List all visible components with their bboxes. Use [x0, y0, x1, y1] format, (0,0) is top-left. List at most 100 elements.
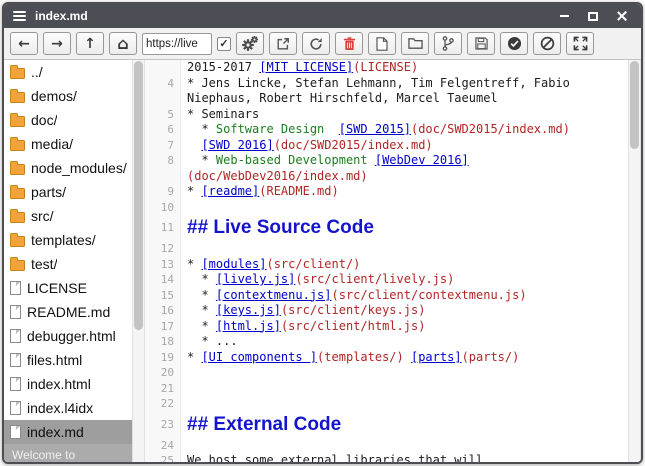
md-link[interactable]: [lively.js]	[216, 272, 295, 286]
sidebar-scrollbar-thumb[interactable]	[134, 61, 143, 330]
sidebar-item-node-modules[interactable]: node_modules/	[4, 156, 132, 180]
editor-line[interactable]: (doc/WebDev2016/index.md)	[145, 169, 628, 185]
toolbar: ← → ↑ ⌂	[4, 28, 641, 60]
line-content: ## Live Source Code	[181, 215, 374, 241]
git-branch-button[interactable]	[434, 32, 462, 55]
md-link[interactable]: [keys.js]	[216, 303, 281, 317]
sidebar-item-demos[interactable]: demos/	[4, 84, 132, 108]
sidebar-item-media[interactable]: media/	[4, 132, 132, 156]
fullscreen-button[interactable]	[566, 32, 594, 55]
line-number	[145, 60, 181, 76]
editor-line[interactable]: 18 * ...	[145, 334, 628, 350]
sidebar: ../demos/doc/media/node_modules/parts/sr…	[4, 60, 132, 462]
expand-icon	[573, 36, 588, 51]
url-input[interactable]	[142, 33, 212, 55]
editor-line[interactable]: 25We host some external libraries that w…	[145, 453, 628, 462]
maximize-button[interactable]	[583, 7, 603, 25]
editor-line[interactable]: 15 * [contextmenu.js](src/client/context…	[145, 288, 628, 304]
sidebar-item-test[interactable]: test/	[4, 252, 132, 276]
md-link[interactable]: [contextmenu.js]	[216, 288, 332, 302]
sidebar-item-readme-md[interactable]: README.md	[4, 300, 132, 324]
editor-line[interactable]: 7 [SWD 2016](doc/SWD2015/index.md)	[145, 138, 628, 154]
editor-lines[interactable]: 2015-2017 [MIT LICENSE](LICENSE)4* Jens …	[145, 60, 628, 462]
file-name: doc/	[31, 112, 57, 128]
editor-scrollbar-thumb[interactable]	[630, 61, 639, 149]
editor-line[interactable]: 11## Live Source Code	[145, 215, 628, 241]
md-url: (src/client/html.js)	[281, 319, 426, 333]
line-content: * Jens Lincke, Stefan Lehmann, Tim Felge…	[181, 76, 570, 92]
editor-line[interactable]: 14 * [lively.js](src/client/lively.js)	[145, 272, 628, 288]
md-link[interactable]: [WebDev 2016]	[375, 153, 469, 167]
editor-line[interactable]: 24	[145, 438, 628, 454]
sidebar-item-index-l4idx[interactable]: index.l4idx	[4, 396, 132, 420]
editor-line[interactable]: 23## External Code	[145, 412, 628, 438]
sidebar-item-files-html[interactable]: files.html	[4, 348, 132, 372]
editor-line[interactable]: 13* [modules](src/client/)	[145, 257, 628, 273]
sidebar-item-index-html[interactable]: index.html	[4, 372, 132, 396]
editor-line[interactable]: Niephaus, Robert Hirschfeld, Marcel Taeu…	[145, 91, 628, 107]
md-link[interactable]: [readme]	[201, 184, 259, 198]
folder-button[interactable]	[401, 32, 429, 55]
sidebar-item-debugger-html[interactable]: debugger.html	[4, 324, 132, 348]
settings-button[interactable]	[236, 32, 264, 55]
sidebar-item-index-md[interactable]: index.md	[4, 420, 132, 444]
line-content: * Web-based Development [WebDev 2016]	[181, 153, 469, 169]
editor-line[interactable]: 12	[145, 241, 628, 257]
sidebar-item-parts[interactable]: parts/	[4, 180, 132, 204]
sidebar-item-license[interactable]: LICENSE	[4, 276, 132, 300]
close-button[interactable]	[612, 7, 632, 25]
home-button[interactable]: ⌂	[109, 32, 137, 55]
line-content: 2015-2017 [MIT LICENSE](LICENSE)	[181, 60, 418, 76]
open-external-button[interactable]	[269, 32, 297, 55]
folder-outline-icon	[408, 37, 423, 50]
line-content	[181, 396, 187, 412]
sidebar-item-doc[interactable]: doc/	[4, 108, 132, 132]
code-text: Niephaus, Robert Hirschfeld, Marcel Taeu…	[187, 91, 498, 105]
window-title: index.md	[35, 9, 88, 23]
sidebar-item-parent-directory[interactable]: ../	[4, 60, 132, 84]
sidebar-file-list: ../demos/doc/media/node_modules/parts/sr…	[4, 60, 132, 444]
editor-line[interactable]: 6 * Software Design [SWD 2015](doc/SWD20…	[145, 122, 628, 138]
md-link[interactable]: [MIT LICENSE]	[259, 60, 353, 74]
line-number: 13	[145, 257, 181, 273]
new-file-button[interactable]	[368, 32, 396, 55]
editor-line[interactable]: 2015-2017 [MIT LICENSE](LICENSE)	[145, 60, 628, 76]
sidebar-item-templates[interactable]: templates/	[4, 228, 132, 252]
minimize-button[interactable]	[554, 7, 574, 25]
delete-button[interactable]	[335, 32, 363, 55]
back-button[interactable]: ←	[10, 32, 38, 55]
md-link[interactable]: [parts]	[411, 350, 462, 364]
file-icon	[10, 305, 21, 319]
code-text	[368, 153, 375, 167]
editor-line[interactable]: 19* [UI components ](templates/) [parts]…	[145, 350, 628, 366]
md-link[interactable]: [SWD 2015]	[339, 122, 411, 136]
editor-line[interactable]: 10	[145, 200, 628, 216]
editor-line[interactable]: 5* Seminars	[145, 107, 628, 123]
accept-button[interactable]	[500, 32, 528, 55]
md-link[interactable]: [html.js]	[216, 319, 281, 333]
cancel-button[interactable]	[533, 32, 561, 55]
up-button[interactable]: ↑	[76, 32, 104, 55]
editor-line[interactable]: 20	[145, 365, 628, 381]
editor-line[interactable]: 22	[145, 396, 628, 412]
md-link[interactable]: [UI components ]	[201, 350, 317, 364]
editor[interactable]: 2015-2017 [MIT LICENSE](LICENSE)4* Jens …	[145, 60, 628, 462]
refresh-button[interactable]	[302, 32, 330, 55]
sidebar-item-src[interactable]: src/	[4, 204, 132, 228]
file-name: index.html	[27, 376, 91, 392]
editor-line[interactable]: 4* Jens Lincke, Stefan Lehmann, Tim Felg…	[145, 76, 628, 92]
editor-line[interactable]: 16 * [keys.js](src/client/keys.js)	[145, 303, 628, 319]
save-button[interactable]	[467, 32, 495, 55]
sidebar-scrollbar[interactable]	[132, 60, 145, 462]
md-link[interactable]: [SWD 2016]	[201, 138, 273, 152]
md-link[interactable]: [modules]	[201, 257, 266, 271]
line-content	[181, 438, 187, 454]
editor-line[interactable]: 21	[145, 381, 628, 397]
editor-line[interactable]: 17 * [html.js](src/client/html.js)	[145, 319, 628, 335]
editor-scrollbar[interactable]	[628, 60, 641, 462]
url-checkbox[interactable]	[217, 37, 231, 51]
forward-button[interactable]: →	[43, 32, 71, 55]
editor-line[interactable]: 9* [readme](README.md)	[145, 184, 628, 200]
editor-line[interactable]: 8 * Web-based Development [WebDev 2016]	[145, 153, 628, 169]
menu-icon[interactable]	[13, 11, 26, 21]
